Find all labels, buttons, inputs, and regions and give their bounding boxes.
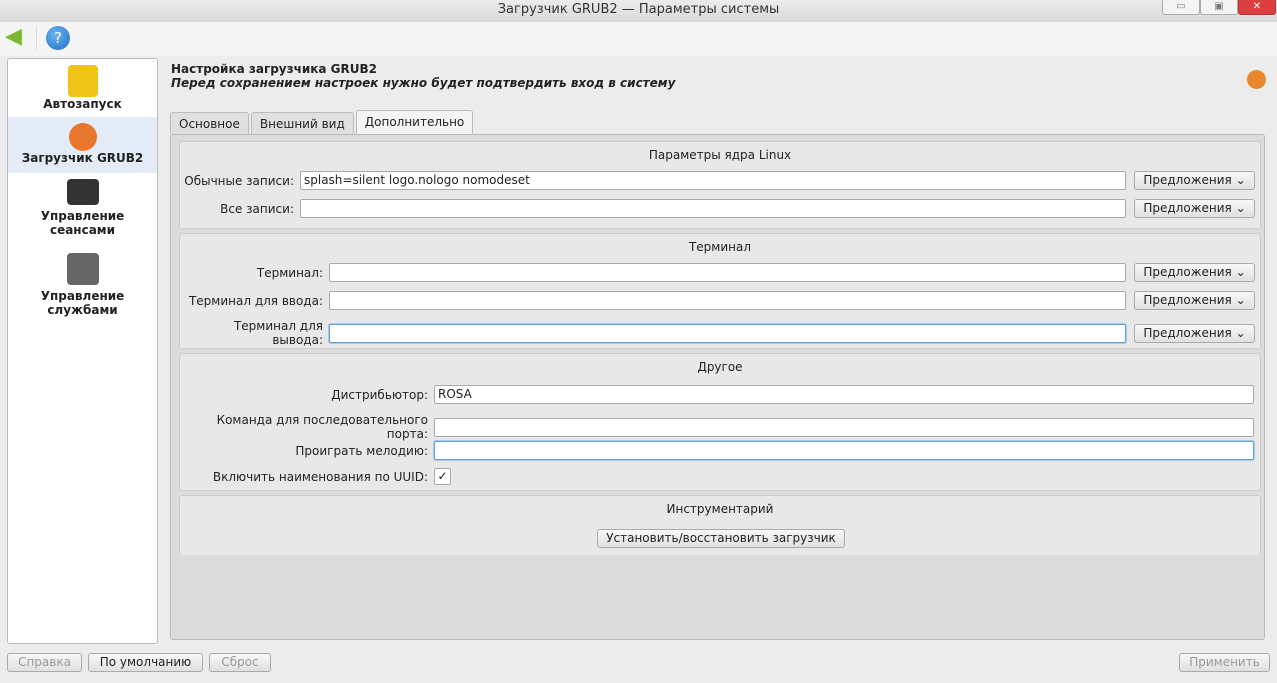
other-group: Другое Дистрибьютор: ROSA Команда для пос… bbox=[179, 353, 1261, 491]
page-title: Настройка загрузчика GRUB2 bbox=[171, 62, 377, 76]
sidebar-item-label: Управление сеансами bbox=[40, 209, 125, 237]
uuid-label: Включить наименования по UUID: bbox=[212, 469, 428, 484]
tab-advanced[interactable]: Дополнительно bbox=[355, 110, 474, 134]
window-title: Загрузчик GRUB2 — Параметры системы bbox=[497, 2, 780, 17]
suggestions-button[interactable]: Предложения ⌄ bbox=[1134, 171, 1255, 190]
toolbar: ◀ ? bbox=[0, 22, 1277, 56]
sidebar-item-autostart[interactable]: Автозапуск bbox=[8, 59, 157, 117]
normal-entries-label: Обычные записи: bbox=[184, 173, 294, 188]
all-entries-label: Все записи: bbox=[220, 201, 294, 216]
suggestions-button[interactable]: Предложения ⌄ bbox=[1134, 291, 1255, 310]
tab-appearance[interactable]: Внешний вид bbox=[250, 112, 354, 134]
terminal-group: Терминал Терминал: Предложения ⌄ Терминал… bbox=[179, 233, 1261, 349]
defaults-button[interactable]: По умолчанию bbox=[88, 653, 203, 672]
terminal-input-label: Терминал для ввода: bbox=[188, 293, 323, 308]
all-entries-input[interactable] bbox=[300, 199, 1126, 218]
grub-refresh-icon bbox=[68, 123, 97, 151]
distributor-input[interactable]: ROSA bbox=[434, 385, 1254, 404]
suggestions-button[interactable]: Предложения ⌄ bbox=[1134, 263, 1255, 282]
sidebar-item-label: Автозапуск bbox=[43, 97, 122, 111]
group-title: Другое bbox=[697, 360, 743, 374]
advanced-panel: Параметры ядра Linux Обычные записи: spla… bbox=[170, 134, 1265, 640]
help-menu-icon[interactable]: ? bbox=[46, 26, 70, 50]
normal-entries-input[interactable]: splash=silent logo.nologo nomodeset bbox=[300, 171, 1126, 190]
page-header: Настройка загрузчика GRUB2 Перед сохране… bbox=[171, 62, 675, 90]
minimize-button[interactable]: ▭ bbox=[1162, 0, 1200, 15]
suggestions-button[interactable]: Предложения ⌄ bbox=[1134, 323, 1255, 343]
group-title: Инструментарий bbox=[666, 502, 774, 516]
uuid-checkbox[interactable]: ✓ bbox=[434, 468, 451, 485]
group-title: Параметры ядра Linux bbox=[648, 148, 792, 162]
usb-gear-icon bbox=[67, 65, 98, 97]
tab-basic[interactable]: Основное bbox=[170, 112, 249, 134]
group-title: Терминал bbox=[688, 240, 752, 254]
sidebar-item-label: Загрузчик GRUB2 bbox=[21, 151, 144, 165]
suggestions-button[interactable]: Предложения ⌄ bbox=[1134, 199, 1255, 218]
back-icon[interactable]: ◀ bbox=[5, 26, 27, 48]
sidebar: Автозапуск Загрузчик GRUB2 Управление се… bbox=[7, 58, 158, 644]
sidebar-item-sessions[interactable]: Управление сеансами bbox=[8, 173, 157, 247]
power-icon bbox=[66, 179, 99, 205]
terminal-input[interactable] bbox=[329, 263, 1126, 282]
apply-button[interactable]: Применить bbox=[1179, 653, 1270, 672]
terminal-output-label: Терминал для вывода: bbox=[233, 319, 323, 347]
close-button[interactable]: ✕ bbox=[1238, 0, 1276, 15]
sidebar-item-services[interactable]: Управление службами bbox=[8, 247, 157, 321]
tab-bar: Основное Внешний вид Дополнительно bbox=[170, 110, 474, 134]
reset-button[interactable]: Сброс bbox=[209, 653, 271, 672]
tools-group: Инструментарий Установить/восстановить з… bbox=[179, 495, 1261, 555]
install-bootloader-button[interactable]: Установить/восстановить загрузчик bbox=[597, 529, 845, 548]
page-subtitle: Перед сохранением настроек нужно будет п… bbox=[171, 76, 676, 90]
distributor-label: Дистрибьютор: bbox=[331, 387, 428, 402]
maximize-button[interactable]: ▣ bbox=[1200, 0, 1238, 15]
help-button[interactable]: Справка bbox=[7, 653, 82, 672]
sidebar-item-grub2[interactable]: Загрузчик GRUB2 bbox=[8, 117, 157, 173]
serial-command-label: Команда для последовательного порта: bbox=[216, 413, 428, 441]
window-titlebar: Загрузчик GRUB2 — Параметры системы ▭ ▣ … bbox=[0, 0, 1277, 22]
terminal-label: Терминал: bbox=[256, 265, 323, 280]
sidebar-item-label: Управление службами bbox=[40, 289, 125, 317]
play-tune-label: Проиграть мелодию: bbox=[295, 443, 428, 458]
serial-command-input[interactable] bbox=[434, 417, 1254, 437]
terminal-output-input[interactable] bbox=[329, 323, 1126, 343]
services-gear-icon bbox=[66, 253, 99, 285]
terminal-input-input[interactable] bbox=[329, 291, 1126, 310]
toolbar-separator bbox=[36, 26, 37, 50]
play-tune-input[interactable] bbox=[434, 441, 1254, 460]
grub-module-icon bbox=[1247, 70, 1266, 89]
kernel-params-group: Параметры ядра Linux Обычные записи: spla… bbox=[179, 141, 1261, 229]
